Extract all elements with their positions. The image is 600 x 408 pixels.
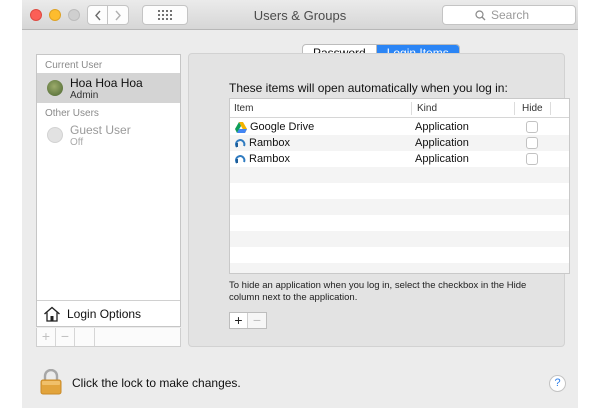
guest-avatar-icon: [47, 127, 63, 143]
user-item-guest[interactable]: Guest User Off: [37, 121, 180, 151]
other-users-heading: Other Users: [45, 108, 99, 119]
add-login-item-button[interactable]: +: [230, 313, 248, 328]
sidebar-add-remove-bar: + −: [36, 328, 181, 347]
column-divider: [550, 102, 551, 115]
item-name: Rambox: [249, 153, 290, 165]
column-header-item[interactable]: Item: [234, 103, 253, 114]
empty-row: [230, 231, 569, 247]
item-name: Google Drive: [250, 121, 315, 133]
remove-user-button[interactable]: −: [56, 328, 75, 346]
item-name-cell: Rambox: [235, 153, 290, 165]
current-user-heading: Current User: [45, 60, 103, 71]
hide-checkbox[interactable]: [526, 153, 538, 165]
empty-row: [230, 263, 569, 273]
login-items-add-remove: + −: [229, 312, 267, 329]
column-divider: [514, 102, 515, 115]
guest-user-name: Guest User: [70, 123, 131, 137]
user-item-current[interactable]: Hoa Hoa Hoa Admin: [37, 73, 180, 103]
remove-login-item-button[interactable]: −: [248, 313, 266, 328]
hide-hint-text: To hide an application when you log in, …: [229, 280, 527, 303]
item-name-cell: Rambox: [235, 137, 290, 149]
search-field[interactable]: [442, 5, 576, 25]
lock-instructions: Click the lock to make changes.: [72, 376, 241, 390]
user-name: Hoa Hoa Hoa: [70, 76, 143, 90]
rambox-icon: [235, 138, 246, 148]
guest-user-status: Off: [70, 137, 84, 148]
table-row[interactable]: Google Drive Application: [230, 119, 569, 135]
login-items-panel: These items will open automatically when…: [188, 53, 570, 347]
table-row[interactable]: Rambox Application: [230, 135, 569, 151]
item-kind: Application: [415, 153, 469, 165]
lock-button[interactable]: [40, 368, 62, 400]
title-bar: Users & Groups: [22, 0, 578, 30]
google-drive-icon: [235, 121, 247, 133]
item-kind: Application: [415, 121, 469, 133]
add-user-button[interactable]: +: [37, 328, 56, 346]
hide-checkbox[interactable]: [526, 121, 538, 133]
users-sidebar: Current User Hoa Hoa Hoa Admin Other Use…: [36, 54, 181, 327]
login-options-label: Login Options: [67, 307, 142, 321]
users-groups-window: Users & Groups Current User Hoa Hoa Hoa …: [22, 0, 578, 408]
lock-icon: [40, 368, 62, 395]
search-icon: [475, 9, 486, 20]
column-header-hide[interactable]: Hide: [522, 103, 543, 114]
login-items-heading: These items will open automatically when…: [229, 81, 508, 95]
search-input[interactable]: [491, 8, 543, 22]
rambox-icon: [235, 154, 246, 164]
item-name: Rambox: [249, 137, 290, 149]
help-button[interactable]: ?: [549, 375, 566, 392]
column-header-kind[interactable]: Kind: [417, 103, 437, 114]
item-kind: Application: [415, 137, 469, 149]
login-items-table[interactable]: Item Kind Hide Google Drive Application: [229, 98, 570, 274]
user-role: Admin: [70, 90, 99, 101]
login-options-item[interactable]: Login Options: [37, 300, 180, 327]
avatar: [47, 80, 63, 96]
empty-row: [230, 199, 569, 215]
item-name-cell: Google Drive: [235, 121, 314, 133]
house-icon: [44, 306, 60, 322]
empty-row: [230, 167, 569, 183]
column-divider: [411, 102, 412, 115]
user-action-menu-button[interactable]: [75, 328, 95, 346]
table-header: Item Kind Hide: [230, 99, 569, 118]
hide-checkbox[interactable]: [526, 137, 538, 149]
table-row[interactable]: Rambox Application: [230, 151, 569, 167]
